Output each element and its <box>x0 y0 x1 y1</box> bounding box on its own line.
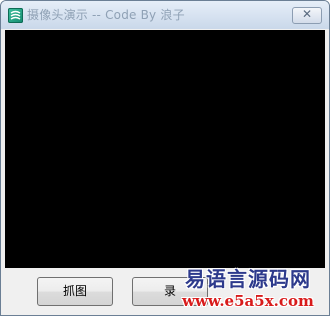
app-icon <box>8 8 23 23</box>
close-button[interactable]: ✕ <box>292 7 322 24</box>
camera-preview <box>5 30 325 268</box>
window-title: 摄像头演示 -- Code By 浪子 <box>27 8 185 22</box>
title-bar[interactable]: 摄像头演示 -- Code By 浪子 ✕ <box>1 1 329 29</box>
app-window: 摄像头演示 -- Code By 浪子 ✕ 抓图 录 易语言源码网 www.e5… <box>0 0 330 316</box>
watermark-title: 易语言源码网 <box>185 267 311 291</box>
watermark-url: www.e5a5x.com <box>182 292 314 310</box>
capture-button[interactable]: 抓图 <box>37 277 113 306</box>
close-icon: ✕ <box>301 7 313 21</box>
watermark: 易语言源码网 www.e5a5x.com <box>173 263 323 310</box>
